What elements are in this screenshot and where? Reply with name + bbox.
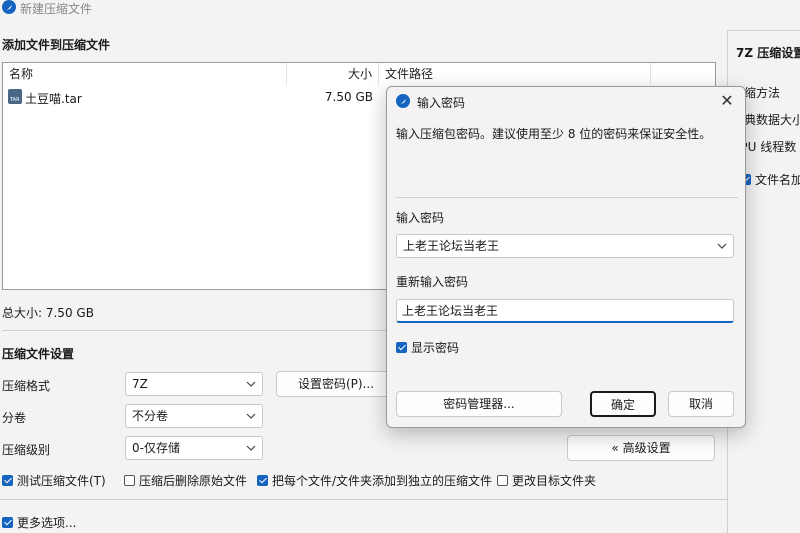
level-select[interactable]: 0-仅存储	[125, 436, 263, 460]
bottom-divider	[0, 499, 800, 500]
confirm-password-value: 上老王论坛当老王	[402, 304, 499, 318]
column-header-size[interactable]: 大小	[287, 63, 379, 85]
each-separate-label: 把每个文件/文件夹添加到独立的压缩文件	[272, 474, 493, 488]
dialog-logo-icon	[396, 94, 410, 108]
checkbox-unchecked-icon	[124, 475, 135, 486]
change-target-checkbox[interactable]: 更改目标文件夹	[497, 472, 596, 489]
password-label: 输入密码	[396, 211, 445, 225]
delete-after-checkbox[interactable]: 压缩后删除原始文件	[124, 472, 247, 489]
column-header-name[interactable]: 名称	[3, 63, 287, 85]
checkbox-checked-icon	[2, 475, 13, 486]
archive-file-icon: TAR	[8, 89, 22, 104]
split-label: 分卷	[2, 411, 27, 425]
checkbox-checked-icon	[396, 342, 407, 353]
delete-after-label: 压缩后删除原始文件	[139, 474, 248, 488]
each-separate-checkbox[interactable]: 把每个文件/文件夹添加到独立的压缩文件	[257, 472, 492, 489]
more-options-checkbox[interactable]: 更多选项...	[2, 514, 76, 531]
split-select[interactable]: 不分卷	[125, 404, 263, 428]
column-header-path[interactable]: 文件路径	[379, 63, 651, 85]
confirm-password-label: 重新输入密码	[396, 275, 469, 289]
dialog-titlebar: 输入密码 ✕	[387, 87, 745, 115]
encrypt-names-label: 文件名加密	[755, 173, 800, 187]
show-password-label: 显示密码	[411, 341, 460, 355]
dialog-title: 输入密码	[417, 96, 466, 110]
confirm-password-input[interactable]: 上老王论坛当老王	[396, 299, 734, 323]
split-value: 不分卷	[132, 409, 169, 423]
ok-button[interactable]: 确定	[590, 391, 656, 417]
advanced-settings-button[interactable]: « 高级设置	[567, 435, 715, 461]
test-archive-checkbox[interactable]: 测试压缩文件(T)	[2, 472, 106, 489]
window-title: 新建压缩文件	[20, 2, 93, 16]
chevron-down-icon[interactable]	[717, 241, 727, 251]
checkbox-checked-icon	[2, 517, 13, 528]
show-password-checkbox[interactable]: 显示密码	[396, 339, 459, 356]
level-label: 压缩级别	[2, 443, 51, 457]
checkbox-unchecked-icon	[497, 475, 508, 486]
format-value: 7Z	[132, 377, 148, 391]
dialog-hint: 输入压缩包密码。建议使用至少 8 位的密码来保证安全性。	[396, 127, 712, 141]
format-select[interactable]: 7Z	[125, 372, 263, 396]
chevron-down-icon	[246, 445, 256, 451]
format-label: 压缩格式	[2, 379, 51, 393]
total-size: 总大小: 7.50 GB	[2, 306, 94, 320]
level-value: 0-仅存储	[132, 441, 180, 455]
files-section-title: 添加文件到压缩文件	[2, 38, 111, 52]
set-password-button[interactable]: 设置密码(P)...	[276, 371, 396, 397]
app-logo-icon	[2, 0, 16, 14]
file-name: 土豆喵.tar	[25, 92, 82, 106]
cancel-button[interactable]: 取消	[668, 391, 734, 417]
password-dialog: 输入密码 ✕ 输入压缩包密码。建议使用至少 8 位的密码来保证安全性。 输入密码…	[386, 86, 746, 428]
checkbox-checked-icon	[257, 475, 268, 486]
password-manager-button[interactable]: 密码管理器...	[396, 391, 562, 417]
password-value: 上老王论坛当老王	[403, 239, 500, 253]
settings-section-title: 压缩文件设置	[2, 347, 75, 361]
right-panel-title: 7Z 压缩设置	[736, 46, 800, 60]
password-input[interactable]: 上老王论坛当老王	[396, 234, 734, 258]
more-options-label: 更多选项...	[17, 516, 77, 530]
close-icon[interactable]: ✕	[717, 91, 737, 111]
test-archive-label: 测试压缩文件(T)	[17, 474, 106, 488]
file-size: 7.50 GB	[324, 90, 373, 104]
chevron-down-icon	[246, 413, 256, 419]
change-target-label: 更改目标文件夹	[512, 474, 597, 488]
encrypt-names-checkbox[interactable]: 文件名加密	[740, 171, 800, 188]
dialog-divider	[396, 197, 738, 198]
chevron-down-icon	[246, 381, 256, 387]
